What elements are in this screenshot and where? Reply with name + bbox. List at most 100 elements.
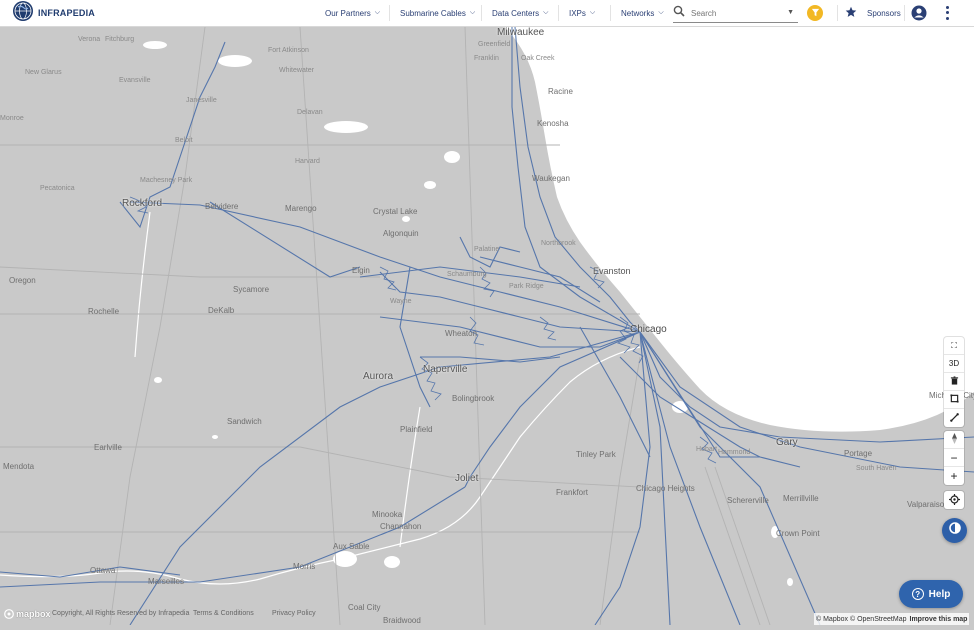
toggle-3d-button[interactable]: 3D: [944, 355, 964, 373]
map-label: Racine: [548, 87, 573, 96]
more-menu-button[interactable]: [941, 5, 953, 21]
nav-divider: [558, 5, 559, 21]
map-label: Mendota: [3, 462, 35, 471]
map-label-major: Chicago: [630, 324, 667, 335]
nav-ixps[interactable]: IXPs ⌵: [569, 0, 595, 26]
nav-divider: [904, 5, 905, 21]
filter-button[interactable]: [807, 5, 823, 21]
theme-toggle-button[interactable]: [942, 518, 967, 543]
search-dropdown-icon[interactable]: ▼: [787, 9, 794, 16]
chevron-down-icon: ⌵: [469, 9, 476, 16]
map-label: Schaumburg: [447, 271, 487, 278]
map-label: Braidwood: [383, 616, 421, 625]
map-label: Harvard: [295, 158, 320, 165]
top-navbar: INFRAPEDIA Our Partners ⌵ Submarine Cable…: [0, 0, 974, 27]
mapbox-logo[interactable]: mapbox: [4, 609, 51, 619]
map-attribution: © Mapbox © OpenStreetMap Improve this ma…: [814, 613, 970, 625]
search-box[interactable]: ▼: [673, 4, 798, 23]
account-button[interactable]: [911, 5, 927, 21]
map-canvas[interactable]: Milwaukee Chicago Aurora Joliet Rockford…: [0, 26, 974, 626]
3d-label: 3D: [948, 359, 960, 368]
nav-our-partners[interactable]: Our Partners ⌵: [325, 0, 380, 26]
draw-polygon-button[interactable]: [944, 391, 964, 409]
map-label: Fort Atkinson: [268, 47, 309, 54]
nav-data-centers[interactable]: Data Centers ⌵: [492, 0, 548, 26]
map-label: Aux Sable: [333, 542, 370, 551]
map-label: Franklin: [474, 55, 499, 62]
help-label: Help: [928, 588, 951, 600]
map-label: Palatine: [474, 246, 500, 253]
geolocate-button[interactable]: [944, 491, 964, 509]
nav-submarine-cables[interactable]: Submarine Cables ⌵: [400, 0, 475, 26]
copyright-text: Copyright, All Rights Reserved by Infrap…: [52, 610, 190, 617]
plus-icon: +: [950, 469, 958, 483]
brand-name: INFRAPEDIA: [38, 8, 96, 18]
zoom-controls: − +: [944, 431, 964, 485]
map-label-major: Gary: [776, 437, 798, 448]
map-label: Crystal Lake: [373, 207, 418, 216]
zoom-in-button[interactable]: +: [944, 467, 964, 485]
map-label: New Glarus: [25, 69, 62, 76]
more-vert-dot: [945, 16, 949, 20]
help-button[interactable]: ? Help: [899, 580, 963, 608]
delete-button[interactable]: [944, 373, 964, 391]
map-label: Valparaiso: [907, 500, 945, 509]
nav-divider: [389, 5, 390, 21]
map-label: Earlville: [94, 443, 123, 452]
nav-label: Submarine Cables: [400, 8, 466, 18]
map-label-major: Evanston: [593, 266, 631, 276]
map-label: Elgin: [352, 266, 370, 275]
brand-logo[interactable]: INFRAPEDIA: [12, 0, 96, 27]
filter-icon: [811, 4, 820, 22]
fullscreen-icon: ⛶: [951, 340, 957, 350]
map-label: Marseilles: [148, 577, 185, 586]
sponsors-label: Sponsors: [867, 8, 901, 18]
osm-attribution-link[interactable]: © OpenStreetMap: [850, 616, 907, 623]
map-label: Delavan: [297, 109, 323, 116]
map-label: Frankfort: [556, 488, 589, 497]
zoom-out-button[interactable]: −: [944, 449, 964, 467]
globe-icon: [12, 0, 34, 27]
geolocate-group: [944, 491, 964, 509]
map-label: Schererville: [727, 496, 769, 505]
map-label: Oregon: [9, 276, 36, 285]
sponsors-link[interactable]: Sponsors: [845, 5, 901, 21]
question-icon: ?: [911, 588, 924, 600]
map-label: Hobart: [696, 446, 718, 453]
map-label: Pecatonica: [40, 185, 75, 192]
terms-link[interactable]: Terms & Conditions: [193, 610, 254, 617]
map-tools-group: ⛶ 3D: [944, 337, 964, 427]
nav-networks[interactable]: Networks ⌵: [621, 0, 664, 26]
map-label: Bolingbrook: [452, 394, 495, 403]
more-vert-dot: [945, 11, 949, 15]
fullscreen-button[interactable]: ⛶: [944, 337, 964, 355]
map-label-major: Milwaukee: [497, 27, 545, 38]
map-label: Plainfield: [400, 425, 433, 434]
map-label: Northbrook: [541, 240, 576, 247]
search-input[interactable]: [689, 7, 779, 19]
mapbox-icon: [4, 609, 14, 619]
mapbox-wordmark: mapbox: [16, 609, 51, 619]
star-icon: [845, 6, 857, 20]
chevron-down-icon: ⌵: [374, 9, 381, 16]
map-label: Chicago Heights: [636, 484, 695, 493]
map-label: Minooka: [372, 510, 403, 519]
compass-button[interactable]: [944, 431, 964, 449]
nav-label: Our Partners: [325, 8, 371, 18]
mapbox-attribution-link[interactable]: © Mapbox: [816, 616, 848, 623]
draw-line-button[interactable]: [944, 409, 964, 427]
privacy-link[interactable]: Privacy Policy: [272, 610, 316, 617]
map-label: Portage: [844, 449, 873, 458]
map-label: Waukegan: [532, 174, 570, 183]
improve-map-link[interactable]: Improve this map: [910, 616, 968, 623]
map-label: Tinley Park: [576, 450, 616, 459]
map-label: Monroe: [0, 115, 24, 122]
nav-label: Networks: [621, 8, 655, 18]
map-svg: [0, 26, 974, 626]
nav-label: Data Centers: [492, 8, 540, 18]
map-label: Channahon: [380, 522, 422, 531]
map-label-major: Aurora: [363, 371, 394, 382]
map-label: Rochelle: [88, 307, 120, 316]
map-label: Merrillville: [783, 494, 819, 503]
map-label: Machesney Park: [140, 177, 193, 184]
